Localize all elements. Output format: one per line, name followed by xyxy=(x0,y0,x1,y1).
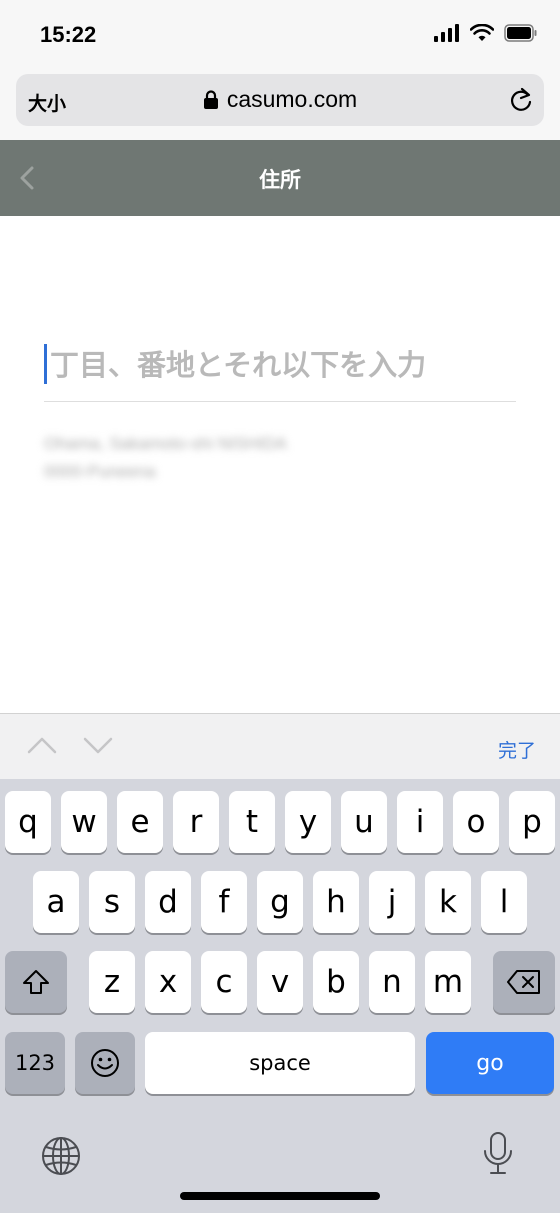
backspace-icon xyxy=(507,970,540,994)
emoji-icon xyxy=(91,1049,119,1077)
chevron-up-icon[interactable] xyxy=(26,734,58,756)
key-u[interactable]: u xyxy=(341,791,387,853)
lock-icon xyxy=(203,89,218,109)
key-n[interactable]: n xyxy=(369,951,415,1013)
shift-key[interactable] xyxy=(5,951,67,1013)
key-c[interactable]: c xyxy=(201,951,247,1013)
key-y[interactable]: y xyxy=(285,791,331,853)
key-j[interactable]: j xyxy=(369,871,415,933)
go-key[interactable]: go xyxy=(426,1032,554,1094)
microphone-icon[interactable] xyxy=(482,1131,514,1177)
status-bar: 15:22 xyxy=(0,0,560,68)
address-bar[interactable]: 大小 casumo.com xyxy=(16,74,544,126)
key-v[interactable]: v xyxy=(257,951,303,1013)
space-key[interactable]: space xyxy=(145,1032,415,1094)
signal-icon xyxy=(434,24,459,42)
key-s[interactable]: s xyxy=(89,871,135,933)
key-f[interactable]: f xyxy=(201,871,247,933)
home-indicator xyxy=(180,1192,380,1200)
key-q[interactable]: q xyxy=(5,791,51,853)
status-time: 15:22 xyxy=(40,22,97,47)
emoji-key[interactable] xyxy=(75,1032,135,1094)
key-b[interactable]: b xyxy=(313,951,359,1013)
key-m[interactable]: m xyxy=(425,951,471,1013)
blurred-address-hint: Ohama, Sakamoto-shi NISHIDA 0000-Puneena xyxy=(44,430,424,486)
address-form: Ohama, Sakamoto-shi NISHIDA 0000-Puneena xyxy=(0,216,560,713)
shift-icon xyxy=(23,970,49,994)
delete-key[interactable] xyxy=(493,951,555,1013)
chevron-down-icon[interactable] xyxy=(82,734,114,756)
reload-icon[interactable] xyxy=(508,86,534,114)
wifi-icon xyxy=(470,24,494,41)
key-l[interactable]: l xyxy=(481,871,527,933)
browser-toolbar: 大小 casumo.com xyxy=(0,68,560,140)
key-d[interactable]: d xyxy=(145,871,191,933)
key-i[interactable]: i xyxy=(397,791,443,853)
key-o[interactable]: o xyxy=(453,791,499,853)
keyboard: q w e r t y u i o p a s d f g h j k l z … xyxy=(0,779,560,1213)
address-line-input[interactable] xyxy=(44,340,516,390)
address-line-field[interactable] xyxy=(44,340,516,402)
key-e[interactable]: e xyxy=(117,791,163,853)
key-g[interactable]: g xyxy=(257,871,303,933)
key-r[interactable]: r xyxy=(173,791,219,853)
key-a[interactable]: a xyxy=(33,871,79,933)
globe-icon[interactable] xyxy=(40,1135,82,1177)
key-x[interactable]: x xyxy=(145,951,191,1013)
key-h[interactable]: h xyxy=(313,871,359,933)
app-header: 住所 xyxy=(0,140,560,216)
page-title: 住所 xyxy=(259,169,301,192)
battery-icon xyxy=(504,24,537,42)
status-icons xyxy=(434,24,538,42)
key-w[interactable]: w xyxy=(61,791,107,853)
hint-line-2: 0000-Puneena xyxy=(44,462,156,481)
key-t[interactable]: t xyxy=(229,791,275,853)
keyboard-accessory-bar: 完了 xyxy=(0,713,560,779)
url-text: casumo.com xyxy=(226,86,358,112)
key-p[interactable]: p xyxy=(509,791,555,853)
key-k[interactable]: k xyxy=(425,871,471,933)
url-display[interactable]: casumo.com xyxy=(16,86,544,113)
done-button[interactable]: 完了 xyxy=(498,736,536,763)
hint-line-1: Ohama, Sakamoto-shi NISHIDA xyxy=(44,434,287,453)
key-z[interactable]: z xyxy=(89,951,135,1013)
numbers-key[interactable]: 123 xyxy=(5,1032,65,1094)
